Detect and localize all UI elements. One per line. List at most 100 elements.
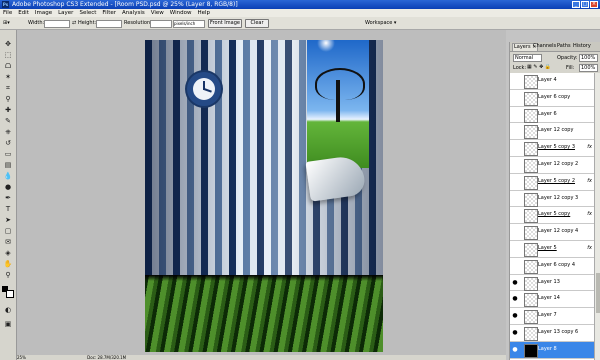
workspace-menu[interactable]: Workspace ▾ — [365, 20, 396, 26]
visibility-eye-icon[interactable] — [511, 160, 519, 169]
layer-effects-icon[interactable]: fx — [587, 174, 592, 189]
layer-name[interactable]: Layer 5 — [538, 241, 557, 256]
menu-help[interactable]: Help — [194, 9, 213, 17]
blur-tool-icon[interactable]: 💧 — [3, 172, 13, 181]
clear-button[interactable]: Clear — [245, 19, 269, 28]
visibility-eye-icon[interactable] — [511, 177, 519, 186]
hand-tool-icon[interactable]: ✋ — [3, 260, 13, 269]
menu-window[interactable]: Window — [167, 9, 195, 17]
visibility-eye-icon[interactable]: ● — [511, 278, 519, 287]
screen-mode-icon[interactable]: ▣ — [3, 320, 13, 329]
layer-name[interactable]: Layer 7 — [538, 308, 557, 323]
path-selection-tool-icon[interactable]: ➤ — [3, 216, 13, 225]
minimize-button[interactable]: _ — [572, 1, 580, 8]
type-tool-icon[interactable]: T — [3, 205, 13, 214]
zoom-tool-icon[interactable]: ⚲ — [3, 271, 13, 280]
height-field[interactable] — [96, 20, 122, 28]
layer-row[interactable]: ● Layer 7 — [510, 308, 595, 325]
layer-row[interactable]: Layer 12 copy 2 — [510, 156, 595, 174]
visibility-eye-icon[interactable] — [511, 227, 519, 236]
menu-view[interactable]: View — [148, 9, 167, 17]
zoom-level[interactable]: 25% — [17, 355, 26, 360]
layer-row[interactable]: Layer 12 copy — [510, 123, 595, 141]
layer-row[interactable]: Layer 5 fx — [510, 240, 595, 258]
clone-stamp-tool-icon[interactable]: ⎈ — [3, 128, 13, 137]
scroll-thumb[interactable] — [596, 273, 600, 313]
marquee-tool-icon[interactable]: ⬚ — [3, 51, 13, 60]
maximize-button[interactable]: □ — [581, 1, 589, 8]
layer-name[interactable]: Layer 5 copy — [538, 207, 570, 222]
layer-effects-icon[interactable]: fx — [587, 140, 592, 155]
visibility-eye-icon[interactable] — [511, 194, 519, 203]
front-image-button[interactable]: Front Image — [208, 19, 242, 28]
menu-layer[interactable]: Layer — [55, 9, 76, 17]
layer-row[interactable]: Layer 5 copy fx — [510, 207, 595, 225]
move-tool-icon[interactable]: ✥ — [3, 40, 13, 49]
visibility-eye-icon[interactable] — [511, 110, 519, 119]
layer-effects-icon[interactable]: fx — [587, 207, 592, 222]
layer-row[interactable]: ● Layer 8 — [510, 341, 595, 359]
resolution-field[interactable] — [150, 20, 172, 28]
fill-field[interactable]: 100% — [579, 64, 598, 72]
layer-row[interactable]: Layer 6 — [510, 106, 595, 124]
3d-tool-icon[interactable]: ◈ — [3, 249, 13, 258]
layer-name[interactable]: Layer 13 — [538, 275, 560, 290]
gradient-tool-icon[interactable]: ▤ — [3, 161, 13, 170]
dodge-tool-icon[interactable]: ● — [3, 183, 13, 192]
width-field[interactable] — [44, 20, 70, 28]
visibility-eye-icon[interactable] — [511, 244, 519, 253]
pen-tool-icon[interactable]: ✒ — [3, 194, 13, 203]
visibility-eye-icon[interactable] — [511, 126, 519, 135]
layer-row[interactable]: ● Layer 13 — [510, 274, 595, 292]
layer-name[interactable]: Layer 12 copy 4 — [538, 224, 578, 239]
menu-image[interactable]: Image — [32, 9, 55, 17]
layer-name[interactable]: Layer 5 copy 2 — [538, 174, 575, 189]
layer-name[interactable]: Layer 6 copy 4 — [538, 258, 575, 273]
menu-select[interactable]: Select — [76, 9, 99, 17]
layer-name[interactable]: Layer 12 copy 2 — [538, 157, 578, 172]
crop-tool-icon[interactable]: ⌗ — [3, 84, 13, 93]
close-button[interactable]: × — [590, 1, 598, 8]
lasso-tool-icon[interactable]: ᗝ — [3, 62, 13, 71]
layer-row[interactable]: Layer 5 copy 3 fx — [510, 140, 595, 157]
magic-wand-tool-icon[interactable]: ✶ — [3, 73, 13, 82]
layer-row[interactable]: Layer 12 copy 3 — [510, 190, 595, 208]
resolution-unit-select[interactable]: pixels/inch — [173, 20, 205, 28]
visibility-eye-icon[interactable] — [511, 76, 519, 85]
background-color-swatch[interactable] — [6, 290, 14, 298]
layer-name[interactable]: Layer 4 — [538, 73, 557, 88]
layer-name[interactable]: Layer 6 — [538, 107, 557, 122]
layer-row[interactable]: ● Layer 13 copy 6 — [510, 324, 595, 342]
layer-name[interactable]: Layer 13 copy 6 — [538, 325, 578, 340]
healing-brush-tool-icon[interactable]: ✚ — [3, 106, 13, 115]
opacity-field[interactable]: 100% — [579, 54, 598, 62]
visibility-eye-icon[interactable]: ● — [511, 328, 519, 337]
visibility-eye-icon[interactable]: ● — [511, 311, 519, 320]
swap-icon[interactable]: ⇄ — [72, 20, 76, 26]
layer-name[interactable]: Layer 6 copy — [538, 90, 570, 105]
menu-analysis[interactable]: Analysis — [119, 9, 148, 17]
document-canvas[interactable] — [145, 40, 383, 352]
menu-file[interactable]: File — [0, 9, 15, 17]
layer-row[interactable]: Layer 6 copy 4 — [510, 257, 595, 275]
layer-name[interactable]: Layer 12 copy — [538, 123, 573, 138]
visibility-eye-icon[interactable] — [511, 210, 519, 219]
history-brush-tool-icon[interactable]: ↺ — [3, 139, 13, 148]
layer-row[interactable]: Layer 4 — [510, 73, 595, 90]
shape-tool-icon[interactable]: ▢ — [3, 227, 13, 236]
eraser-tool-icon[interactable]: ▭ — [3, 150, 13, 159]
layer-row[interactable]: Layer 6 copy — [510, 89, 595, 107]
tool-preset-icon[interactable]: ⊞▾ — [3, 20, 10, 26]
layers-scrollbar[interactable] — [594, 73, 600, 360]
layer-name[interactable]: Layer 12 copy 3 — [538, 191, 578, 206]
notes-tool-icon[interactable]: ✉ — [3, 238, 13, 247]
brush-tool-icon[interactable]: ✎ — [3, 117, 13, 126]
visibility-eye-icon[interactable]: ● — [511, 294, 519, 303]
visibility-eye-icon[interactable]: ● — [511, 345, 519, 354]
tab-channels[interactable]: Channels — [532, 43, 557, 50]
quick-mask-icon[interactable]: ◐ — [3, 306, 13, 315]
tab-paths[interactable]: Paths — [556, 43, 572, 50]
layer-row[interactable]: Layer 12 copy 4 — [510, 224, 595, 241]
lock-icons[interactable]: ▦ ✎ ✥ 🔒 — [527, 64, 551, 70]
layer-name[interactable]: Layer 5 copy 3 — [538, 140, 575, 155]
